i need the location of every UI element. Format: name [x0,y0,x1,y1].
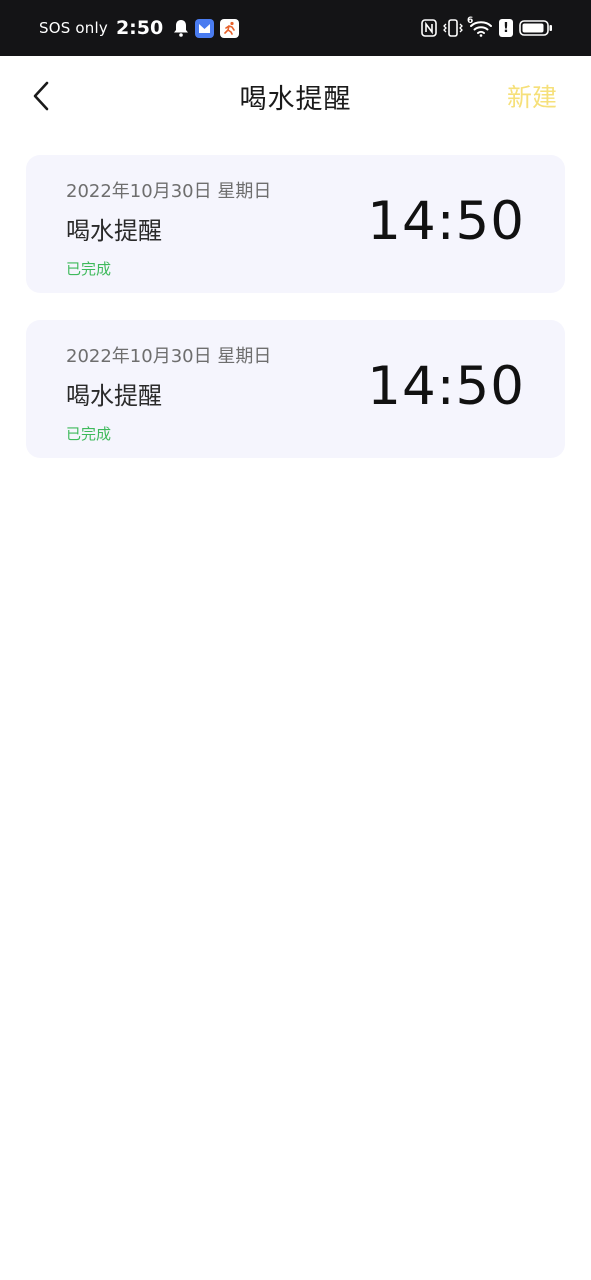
wifi-6-label: 6 [467,16,474,26]
reminder-date: 2022年10月30日 星期日 [66,181,272,202]
back-button[interactable] [26,76,56,116]
app-badge-blue-icon [195,18,215,38]
clock: 2:50 [115,17,164,39]
nfc-icon [421,19,437,37]
alert-icon: ! [499,19,513,37]
vibrate-icon [443,19,463,37]
reminder-title: 喝水提醒 [66,382,162,410]
new-reminder-button[interactable]: 新建 [507,78,557,114]
carrier-label: SOS only [39,19,108,37]
chevron-left-icon [33,81,49,111]
reminder-status: 已完成 [66,425,112,443]
status-bar: SOS only 2:50 6 ! [0,0,591,56]
alert-label: ! [499,19,513,37]
reminder-card[interactable]: 2022年10月30日 星期日 喝水提醒 已完成 14:50 [26,320,565,458]
reminder-status: 已完成 [66,260,112,278]
reminder-list: 2022年10月30日 星期日 喝水提醒 已完成 14:50 2022年10月3… [26,155,565,485]
page-title: 喝水提醒 [239,83,352,115]
status-bar-right: 6 ! [421,16,553,37]
status-bar-left: SOS only 2:50 [39,17,240,39]
reminder-card[interactable]: 2022年10月30日 星期日 喝水提醒 已完成 14:50 [26,155,565,293]
wifi-icon: 6 [467,16,493,37]
reminder-time: 14:50 [367,191,525,252]
app-badge-runner-icon [220,18,240,38]
reminder-date: 2022年10月30日 星期日 [66,346,272,367]
bell-icon [173,19,189,37]
battery-icon [519,19,553,37]
navigation-bar: 喝水提醒 新建 [0,56,591,136]
reminder-title: 喝水提醒 [66,217,162,245]
reminder-time: 14:50 [367,356,525,417]
